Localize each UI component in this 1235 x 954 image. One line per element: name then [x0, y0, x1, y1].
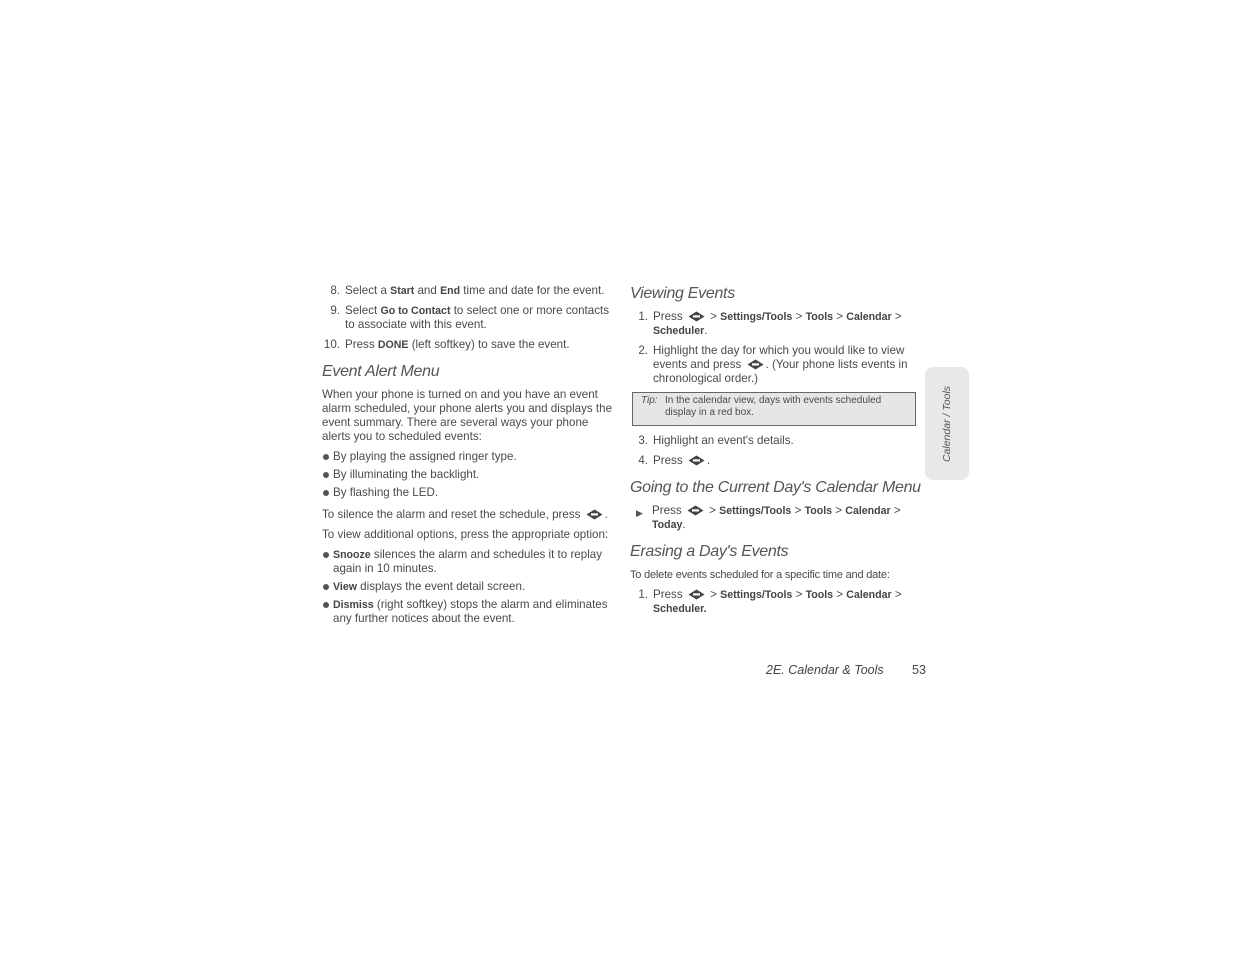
step-number: 1.	[638, 310, 648, 323]
step-text: Select a Start and End time and date for…	[345, 284, 605, 297]
menu-ok-key-icon	[586, 509, 603, 520]
list-item: Snooze silences the alarm and schedules …	[322, 548, 614, 576]
page-number: 53	[912, 663, 926, 677]
menu-ok-key-icon	[688, 311, 705, 322]
section-heading-erasing: Erasing a Day's Events	[630, 543, 789, 560]
list-item: By playing the assigned ringer type.	[322, 450, 614, 464]
tip-label: Tip:	[641, 395, 658, 406]
current-day-step: ▶ Press > Settings/Tools > Tools > Calen…	[636, 504, 901, 531]
viewing-step-2: 2. Highlight the day for which you would…	[630, 344, 922, 386]
menu-ok-key-icon	[688, 589, 705, 600]
menu-ok-key-icon	[688, 455, 705, 466]
side-tab-label: Calendar / Tools	[941, 385, 953, 462]
step-text: Select Go to Contact to select one or mo…	[345, 304, 610, 331]
menu-ok-key-icon	[747, 359, 764, 370]
step-8: 8. Select a Start and End time and date …	[322, 284, 614, 298]
tip-text: In the calendar view, days with events s…	[665, 395, 882, 418]
step-number: 4.	[638, 454, 648, 467]
step-number: 3.	[638, 434, 648, 447]
step-number: 10.	[323, 338, 340, 351]
bullet-icon	[323, 602, 329, 608]
viewing-step-1: 1. Press > Settings/Tools > Tools > Cale…	[630, 310, 922, 338]
step-text: Press DONE (left softkey) to save the ev…	[345, 338, 570, 351]
list-item: Dismiss (right softkey) stops the alarm …	[322, 598, 614, 626]
intro-paragraph: When your phone is turned on and you hav…	[322, 388, 613, 443]
tip-box: Tip: In the calendar view, days with eve…	[632, 392, 916, 426]
right-column: Viewing Events 1. Press > Settings/Tools…	[630, 284, 922, 622]
list-item: By illuminating the backlight.	[322, 468, 614, 482]
step-number: 8.	[330, 284, 340, 297]
viewing-step-3: 3. Highlight an event's details.	[630, 434, 922, 448]
section-heading-current-day: Going to the Current Day's Calendar Menu	[630, 479, 921, 496]
step-number: 9.	[330, 304, 340, 317]
list-item: By flashing the LED.	[322, 486, 614, 500]
bullet-icon	[323, 552, 329, 558]
section-heading-viewing-events: Viewing Events	[630, 285, 735, 302]
viewing-step-4: 4. Press .	[630, 454, 922, 468]
bullet-icon	[323, 490, 329, 496]
erasing-intro: To delete events scheduled for a specifi…	[630, 569, 890, 581]
menu-ok-key-icon	[687, 505, 704, 516]
erasing-step-1: 1. Press > Settings/Tools > Tools > Cale…	[630, 588, 922, 616]
left-column: 8. Select a Start and End time and date …	[322, 284, 614, 630]
arrow-bullet-icon: ▶	[636, 508, 643, 518]
step-9: 9. Select Go to Contact to select one or…	[322, 304, 614, 332]
bullet-icon	[323, 472, 329, 478]
chapter-side-tab: Calendar / Tools	[925, 367, 969, 480]
bullet-icon	[323, 584, 329, 590]
step-number: 1.	[638, 588, 648, 601]
silence-paragraph: To silence the alarm and reset the sched…	[322, 508, 608, 521]
alert-bullet-list: By playing the assigned ringer type. By …	[322, 450, 614, 500]
footer-section-title: 2E. Calendar & Tools	[766, 663, 884, 677]
list-item: View displays the event detail screen.	[322, 580, 614, 594]
section-heading-event-alert-menu: Event Alert Menu	[322, 363, 440, 380]
options-paragraph: To view additional options, press the ap…	[322, 528, 609, 541]
bullet-icon	[323, 454, 329, 460]
option-bullet-list: Snooze silences the alarm and schedules …	[322, 548, 614, 626]
step-number: 2.	[638, 344, 648, 357]
step-10: 10. Press DONE (left softkey) to save th…	[322, 338, 614, 352]
